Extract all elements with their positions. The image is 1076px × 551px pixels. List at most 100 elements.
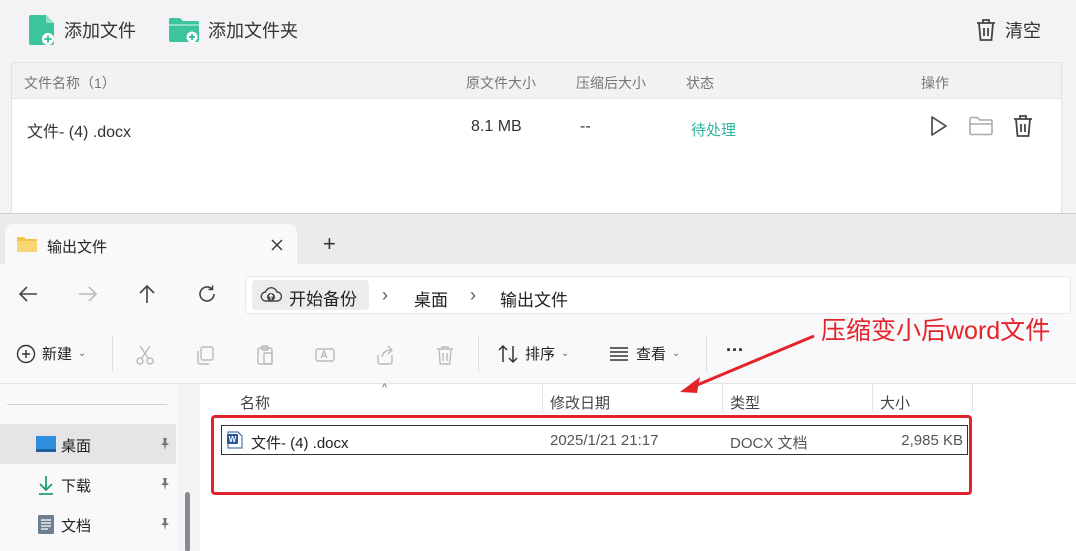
column-divider[interactable] [542, 384, 543, 412]
compressed-size: -- [580, 118, 591, 135]
chevron-down-icon: ⌄ [672, 348, 681, 359]
original-size: 8.1 MB [471, 118, 522, 135]
chevron-down-icon: ⌄ [78, 348, 87, 359]
file-item-name: 文件- (4) .docx [251, 435, 349, 452]
file-item-modified: 2025/1/21 21:17 [550, 432, 659, 449]
file-item-type: DOCX 文档 [730, 435, 808, 452]
add-folder-button[interactable]: 添加文件夹 [168, 12, 298, 48]
delete-icon[interactable] [434, 344, 456, 366]
cloud-upload-icon [260, 287, 282, 302]
tab-output-folder[interactable]: 输出文件 [5, 224, 297, 264]
divider [478, 336, 479, 372]
column-divider[interactable] [872, 384, 873, 412]
new-tab-button[interactable]: + [323, 231, 336, 257]
add-file-icon [29, 15, 54, 45]
view-list-icon [610, 346, 628, 361]
pin-icon[interactable] [158, 477, 172, 491]
arrow-right-icon [79, 286, 98, 302]
annotation-label: 压缩变小后word文件 [821, 317, 1051, 345]
breadcrumb-desktop[interactable]: 桌面 [414, 286, 448, 311]
new-label: 新建 [42, 346, 73, 363]
sort-icon [498, 344, 518, 363]
sidebar-item-label: 下载 [61, 478, 92, 495]
add-file-label: 添加文件 [64, 21, 136, 41]
cut-icon[interactable] [134, 344, 156, 366]
column-header-modified[interactable]: 修改日期 [550, 392, 610, 413]
tab-title: 输出文件 [47, 239, 108, 256]
clear-button[interactable]: 清空 [975, 12, 1041, 48]
up-button[interactable] [133, 280, 161, 308]
column-header-type[interactable]: 类型 [730, 392, 760, 413]
col-original-size: 原文件大小 [466, 75, 536, 91]
pin-icon[interactable] [158, 437, 172, 451]
file-row[interactable]: 文件- (4) .docx 8.1 MB -- 待处理 [12, 99, 1061, 155]
file-list-panel: 文件名称（1） 原文件大小 压缩后大小 状态 操作 文件- (4) .docx … [11, 62, 1062, 215]
sort-button[interactable]: 排序 ⌄ [497, 343, 569, 364]
more-options-button[interactable]: ··· [726, 340, 744, 361]
chevron-right-icon: › [382, 285, 388, 305]
sort-ascending-icon: ^ [382, 382, 388, 394]
folder-icon [17, 237, 37, 252]
word-document-icon: W [227, 431, 243, 449]
new-button[interactable]: 新建 ⌄ [16, 343, 86, 364]
breadcrumb-backup: 开始备份 [289, 290, 357, 309]
file-list-header: 文件名称（1） 原文件大小 压缩后大小 状态 操作 [12, 63, 1061, 99]
arrow-up-icon [139, 284, 155, 303]
column-header-name[interactable]: 名称 [240, 392, 270, 413]
open-folder-icon[interactable] [968, 113, 994, 139]
tab-bar: 输出文件 + [0, 214, 1076, 264]
status-badge: 待处理 [691, 122, 737, 139]
col-compressed-size: 压缩后大小 [576, 75, 646, 91]
column-divider[interactable] [972, 384, 973, 412]
view-button[interactable]: 查看 ⌄ [608, 343, 680, 364]
download-icon [39, 476, 53, 495]
refresh-button[interactable] [193, 280, 221, 308]
column-divider[interactable] [722, 384, 723, 412]
address-bar[interactable]: 开始备份 › 桌面 › 输出文件 [245, 276, 1071, 314]
play-icon[interactable] [925, 113, 951, 139]
divider [112, 336, 113, 372]
svg-text:W: W [229, 435, 237, 444]
add-file-button[interactable]: 添加文件 [28, 12, 136, 48]
clear-label: 清空 [1005, 21, 1041, 41]
file-row-docx[interactable]: W 文件- (4) .docx 2025/1/21 21:17 DOCX 文档 … [221, 425, 968, 455]
rename-icon[interactable] [314, 344, 336, 366]
forward-button[interactable] [74, 280, 102, 308]
close-tab-icon[interactable] [270, 238, 284, 252]
paste-icon[interactable] [254, 344, 276, 366]
divider [706, 336, 707, 372]
copy-icon[interactable] [194, 344, 216, 366]
chevron-right-icon: › [470, 285, 476, 305]
sidebar-item-documents[interactable]: 文档 [0, 504, 176, 544]
divider [7, 404, 167, 405]
add-folder-label: 添加文件夹 [208, 21, 298, 41]
document-icon [38, 515, 54, 534]
sort-label: 排序 [525, 346, 556, 363]
add-folder-icon [169, 18, 199, 43]
file-list-view: 名称 ^ 修改日期 类型 大小 W 文件- (4) .docx 2025/1/2… [200, 382, 1076, 551]
breadcrumb-root[interactable]: 开始备份 [252, 280, 369, 310]
col-operations: 操作 [921, 75, 949, 91]
desktop-icon [36, 436, 56, 452]
plus-circle-icon [16, 344, 36, 363]
file-explorer-window: 输出文件 + 开始备份 › 桌面 › 输出文件 新建 ⌄ 排序 ⌄ 查看 ⌄ ·… [0, 213, 1076, 551]
breadcrumb-output[interactable]: 输出文件 [500, 286, 568, 311]
share-icon[interactable] [374, 344, 396, 366]
back-button[interactable] [14, 280, 42, 308]
pin-icon[interactable] [158, 517, 172, 531]
sidebar-item-label: 桌面 [61, 438, 92, 455]
sidebar-item-label: 文档 [61, 518, 92, 535]
col-status: 状态 [686, 75, 714, 91]
sidebar-item-downloads[interactable]: 下载 [0, 464, 176, 504]
delete-icon[interactable] [1010, 113, 1036, 139]
file-name: 文件- (4) .docx [27, 124, 132, 141]
scrollbar-thumb[interactable] [185, 492, 190, 551]
screen: 添加文件 添加文件夹 清空 文件名称（1） 原文件大小 压缩后大小 状态 操作 … [0, 0, 1076, 551]
trash-icon [977, 19, 995, 41]
view-label: 查看 [636, 346, 667, 363]
col-file-name: 文件名称（1） [24, 75, 116, 91]
sidebar-item-desktop[interactable]: 桌面 [0, 424, 176, 464]
arrow-left-icon [18, 286, 37, 302]
column-header-size[interactable]: 大小 [880, 392, 910, 413]
navigation-pane: 桌面 下载 文档 [0, 384, 178, 551]
